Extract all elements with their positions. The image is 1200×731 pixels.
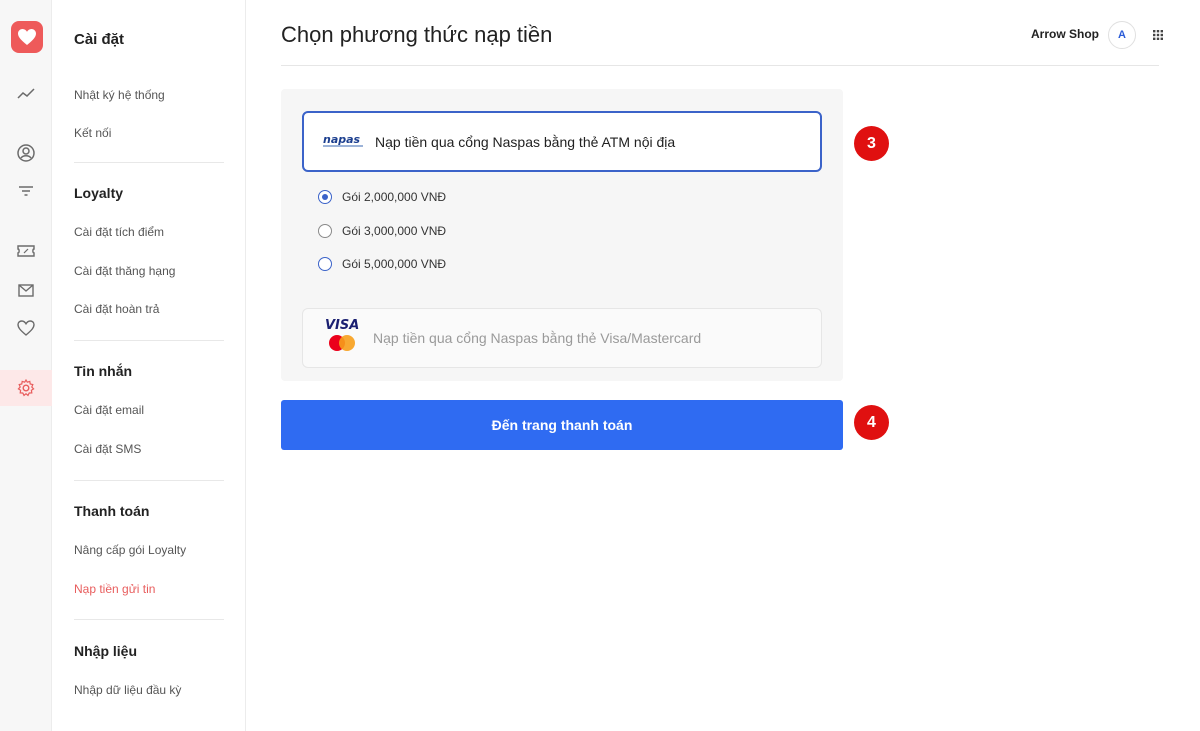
divider: [74, 619, 224, 620]
heart-logo-icon[interactable]: [11, 21, 43, 53]
radio-icon[interactable]: [318, 257, 332, 271]
section-title-loyalty: Loyalty: [74, 185, 124, 201]
icon-rail: [0, 0, 52, 731]
sidebar-item-refund[interactable]: Cài đặt hoàn trả: [74, 302, 159, 316]
section-title-messages: Tin nhắn: [74, 363, 133, 379]
filter-icon[interactable]: [0, 173, 52, 209]
divider: [74, 480, 224, 481]
gear-icon[interactable]: [0, 370, 52, 406]
user-circle-icon[interactable]: [0, 135, 52, 171]
step-badge-3: 3: [854, 126, 889, 161]
radio-icon[interactable]: [318, 190, 332, 204]
sidebar-title: Cài đặt: [74, 31, 125, 48]
sidebar-item-initial-data[interactable]: Nhập dữ liệu đầu kỳ: [74, 683, 181, 697]
section-title-payment: Thanh toán: [74, 503, 150, 519]
section-title-import: Nhập liệu: [74, 643, 138, 659]
payment-method-panel: napas Nạp tiền qua cổng Naspas bằng thẻ …: [281, 89, 843, 381]
heart-icon[interactable]: [0, 310, 52, 346]
sidebar-item-upgrade[interactable]: Nâng cấp gói Loyalty: [74, 543, 186, 557]
method-napas-label: Nạp tiền qua cổng Naspas bằng thẻ ATM nộ…: [375, 133, 676, 150]
visa-mastercard-logo-icon: VISA: [325, 318, 369, 358]
mail-icon[interactable]: [0, 272, 52, 308]
radio-icon[interactable]: [318, 224, 332, 238]
method-visa-mastercard[interactable]: VISA Nạp tiền qua cổng Naspas bằng thẻ V…: [302, 308, 822, 368]
package-option-5m[interactable]: Gói 5,000,000 VNĐ: [318, 257, 446, 271]
sidebar-item-system-log[interactable]: Nhật ký hệ thống: [74, 88, 165, 102]
sidebar-item-sms[interactable]: Cài đặt SMS: [74, 442, 141, 456]
step-badge-4: 4: [854, 405, 889, 440]
sidebar-item-email[interactable]: Cài đặt email: [74, 403, 144, 417]
divider: [74, 340, 224, 341]
go-to-payment-button[interactable]: Đến trang thanh toán: [281, 400, 843, 450]
sidebar-item-points[interactable]: Cài đặt tích điểm: [74, 225, 164, 239]
divider: [74, 162, 224, 163]
package-label: Gói 2,000,000 VNĐ: [342, 190, 447, 204]
header-divider: [281, 65, 1159, 66]
sidebar-item-topup[interactable]: Nạp tiền gửi tin: [74, 582, 155, 596]
shop-name[interactable]: Arrow Shop: [1031, 27, 1099, 41]
package-option-2m[interactable]: Gói 2,000,000 VNĐ: [318, 190, 446, 204]
napas-logo-icon: napas: [323, 131, 369, 153]
package-option-3m[interactable]: Gói 3,000,000 VNĐ: [318, 224, 446, 238]
settings-sidebar: Cài đặt Nhật ký hệ thống Kết nối Loyalty…: [52, 0, 246, 731]
package-label: Gói 5,000,000 VNĐ: [342, 257, 447, 271]
chart-icon[interactable]: [0, 76, 52, 112]
method-napas-atm[interactable]: napas Nạp tiền qua cổng Naspas bằng thẻ …: [302, 111, 822, 172]
avatar[interactable]: A: [1108, 21, 1136, 49]
sidebar-item-connect[interactable]: Kết nối: [74, 126, 111, 140]
apps-grid-icon[interactable]: [1151, 28, 1165, 42]
sidebar-item-rank[interactable]: Cài đặt thăng hạng: [74, 264, 175, 278]
package-label: Gói 3,000,000 VNĐ: [342, 224, 447, 238]
ticket-icon[interactable]: [0, 233, 52, 269]
page-title: Chọn phương thức nạp tiền: [281, 22, 553, 47]
method-visa-label: Nạp tiền qua cổng Naspas bằng thẻ Visa/M…: [373, 330, 702, 346]
